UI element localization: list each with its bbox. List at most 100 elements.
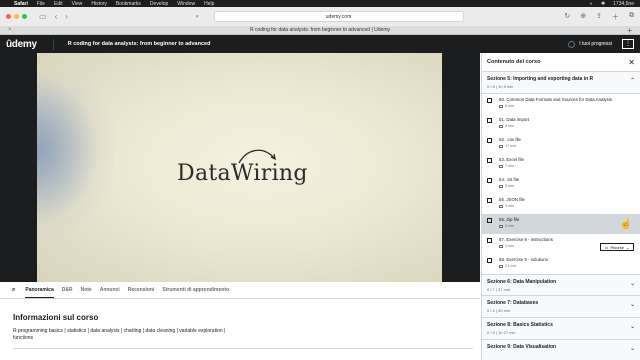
chevron-down-icon: ⌄ bbox=[629, 324, 635, 330]
lecture-item-active[interactable]: 56. Zip file 3 min ☝ bbox=[482, 214, 640, 234]
lecture-item[interactable]: 53. Excel file 7 min bbox=[482, 154, 640, 174]
lecture-title: 51. Data import bbox=[499, 117, 530, 122]
resources-button[interactable]: ▭ Risorse ⌄ bbox=[600, 243, 634, 251]
section-meta: 0 / 8 | 1h 5 min bbox=[487, 84, 514, 89]
divider bbox=[13, 348, 473, 349]
active-tab-title[interactable]: R coding for data analysts: from beginne… bbox=[250, 27, 390, 33]
section-meta: 0 / 5 | 1h 27 min bbox=[487, 330, 516, 335]
status-clock[interactable]: 1734,5ne bbox=[613, 1, 634, 7]
menu-history[interactable]: History bbox=[91, 1, 107, 7]
address-bar[interactable]: udemy.com bbox=[213, 11, 464, 22]
lecture-duration: 3 min bbox=[505, 224, 515, 228]
udemy-logo[interactable]: ûdemy bbox=[6, 39, 37, 50]
course-title[interactable]: R coding for data analysts: from beginne… bbox=[68, 41, 211, 47]
lecture-checkbox[interactable] bbox=[487, 158, 492, 163]
share-icon[interactable]: ⇪ bbox=[596, 12, 602, 22]
section-title: Sezione 5: Importing and exporting data … bbox=[487, 76, 594, 82]
minimize-window-button[interactable] bbox=[14, 14, 19, 19]
section-header-7[interactable]: Sezione 7: Databases 0 / 4 | 40 min ⌄ bbox=[482, 296, 640, 318]
video-icon bbox=[499, 164, 503, 168]
video-icon bbox=[499, 104, 503, 108]
section-header-5[interactable]: Sezione 5: Importing and exporting data … bbox=[482, 72, 640, 94]
add-tab-icon[interactable]: + bbox=[627, 26, 632, 35]
lecture-checkbox[interactable] bbox=[487, 118, 492, 123]
lecture-title: 58. Exercise 9 - solutions bbox=[499, 257, 549, 262]
menu-file[interactable]: File bbox=[37, 1, 45, 7]
chevron-up-icon: ⌃ bbox=[629, 78, 635, 84]
chevron-down-icon: ⌄ bbox=[625, 244, 630, 250]
menu-safari[interactable]: Safari bbox=[14, 1, 28, 7]
close-tab-icon[interactable]: × bbox=[8, 27, 12, 33]
lecture-item[interactable]: 57. Exercise 9 - instructions 1 min ▭ Ri… bbox=[482, 234, 640, 254]
sidebar-title: Contenuto del corso bbox=[487, 59, 541, 65]
tab-overview[interactable]: Panoramica bbox=[25, 287, 54, 298]
menu-help[interactable]: Help bbox=[204, 1, 214, 7]
lecture-checkbox[interactable] bbox=[487, 218, 492, 223]
progress-button[interactable]: I tuoi progressi bbox=[568, 40, 612, 48]
video-frame[interactable]: DataWiring bbox=[37, 53, 442, 282]
section-header-8[interactable]: Sezione 8: Basics Statistics 0 / 5 | 1h … bbox=[482, 318, 640, 340]
lecture-checkbox[interactable] bbox=[487, 98, 492, 103]
course-content-sidebar: Contenuto del corso ✕ Sezione 5: Importi… bbox=[481, 53, 640, 360]
privacy-shield-icon[interactable]: ◐ bbox=[196, 14, 200, 20]
forward-icon[interactable]: › bbox=[65, 12, 68, 21]
menu-bookmarks[interactable]: Bookmarks bbox=[116, 1, 141, 7]
close-sidebar-icon[interactable]: ✕ bbox=[628, 58, 635, 67]
lecture-checkbox[interactable] bbox=[487, 178, 492, 183]
lecture-item[interactable]: 54. .txt file 3 min bbox=[482, 174, 640, 194]
tab-announcements[interactable]: Annunci bbox=[100, 287, 120, 293]
more-options-icon[interactable]: ⋮ bbox=[622, 39, 634, 49]
menu-edit[interactable]: Edit bbox=[54, 1, 63, 7]
lecture-duration: 21 min bbox=[505, 264, 517, 268]
lecture-checkbox[interactable] bbox=[487, 138, 492, 143]
status-icon-1[interactable]: ◐ bbox=[590, 1, 593, 7]
section-header-9[interactable]: Sezione 9: Data Visualisation ⌄ bbox=[482, 340, 640, 360]
back-icon[interactable]: ‹ bbox=[55, 12, 58, 21]
lecture-checkbox[interactable] bbox=[487, 238, 492, 243]
zoom-window-button[interactable] bbox=[22, 14, 27, 19]
tab-overview-icon[interactable]: ⧉ bbox=[629, 12, 634, 22]
reload-icon[interactable]: ↻ bbox=[564, 12, 570, 22]
tab-bar: × R coding for data analysts: from begin… bbox=[0, 26, 640, 35]
video-player[interactable]: DataWiring bbox=[0, 53, 480, 282]
about-course: Informazioni sul corso R programming bas… bbox=[13, 313, 473, 349]
lecture-item[interactable]: 55. JSON file 3 min bbox=[482, 194, 640, 214]
tab-reviews[interactable]: Recensioni bbox=[128, 287, 155, 293]
video-icon bbox=[499, 184, 503, 188]
download-icon[interactable]: ⊕ bbox=[580, 12, 586, 22]
tab-notes[interactable]: Note bbox=[81, 287, 92, 293]
sidebar-toggle-icon[interactable]: ▭ bbox=[39, 12, 47, 21]
menu-window[interactable]: Window bbox=[177, 1, 195, 7]
progress-ring-icon bbox=[568, 40, 576, 48]
tab-qa[interactable]: D&R bbox=[62, 287, 73, 293]
lecture-item[interactable]: 58. Exercise 9 - solutions 21 min bbox=[482, 254, 640, 274]
lecture-item[interactable]: 51. Data import 3 min bbox=[482, 114, 640, 134]
resources-label: Risorse bbox=[610, 244, 624, 250]
lecture-title: 54. .txt file bbox=[499, 177, 520, 182]
section-meta: 0 / 4 | 40 min bbox=[487, 308, 511, 313]
lecture-duration: 3 min bbox=[505, 124, 515, 128]
lecture-duration: 3 min bbox=[505, 204, 515, 208]
lecture-item[interactable]: 52. .csv file 17 min bbox=[482, 134, 640, 154]
lecture-title: 57. Exercise 9 - instructions bbox=[499, 237, 553, 242]
menu-develop[interactable]: Develop bbox=[150, 1, 168, 7]
sidebar-header: Contenuto del corso ✕ bbox=[482, 53, 640, 72]
lecture-title: 56. Zip file bbox=[499, 217, 520, 222]
search-icon[interactable]: ⌕ bbox=[12, 287, 15, 294]
close-window-button[interactable] bbox=[6, 14, 11, 19]
menu-view[interactable]: View bbox=[72, 1, 83, 7]
section-header-6[interactable]: Sezione 6: Data Manipulation 0 / 7 | 37 … bbox=[482, 274, 640, 296]
section-title: Sezione 8: Basics Statistics bbox=[487, 322, 553, 328]
lecture-checkbox[interactable] bbox=[487, 198, 492, 203]
tab-learning-tools[interactable]: Strumenti di apprendimento bbox=[162, 287, 229, 293]
lecture-item[interactable]: 50. Common Data Formats and Sources for … bbox=[482, 94, 640, 114]
video-icon bbox=[499, 144, 503, 148]
lecture-duration: 7 min bbox=[505, 164, 515, 168]
lecture-checkbox[interactable] bbox=[487, 258, 492, 263]
video-icon bbox=[499, 224, 503, 228]
hand-cursor-icon: ☝ bbox=[619, 219, 632, 230]
paint-splash-graphic bbox=[37, 73, 115, 243]
status-icon-2[interactable]: ✱ bbox=[601, 1, 605, 7]
new-tab-icon[interactable]: ＋ bbox=[612, 12, 619, 22]
window-controls bbox=[6, 14, 27, 19]
